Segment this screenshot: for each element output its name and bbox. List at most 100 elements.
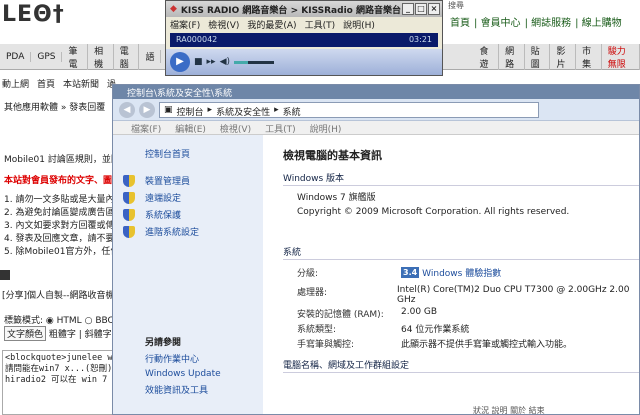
cp-menu-view[interactable]: 檢視(V) xyxy=(220,122,251,135)
player-app-icon: ◆ xyxy=(170,4,177,14)
systype-label: 系統類型: xyxy=(297,325,337,335)
player-menubar: 檔案(F) 檢視(V) 我的最愛(A) 工具(T) 說明(H) xyxy=(166,17,442,31)
addr-seg-system[interactable]: 系統 xyxy=(283,105,301,118)
sub-nav-home[interactable]: 首頁 xyxy=(37,77,55,90)
back-icon[interactable]: ◀ xyxy=(119,101,135,118)
addr-seg-cp[interactable]: 控制台 xyxy=(177,105,204,118)
player-menu-view[interactable]: 檢視(V) xyxy=(208,18,239,31)
cp-menu-file[interactable]: 檔案(F) xyxy=(131,122,161,135)
cat-hot[interactable]: 駿力無限 xyxy=(602,43,640,70)
top-nav-home[interactable]: 首頁 xyxy=(450,18,470,29)
cp-sidebar: 控制台首頁 裝置管理員 遠端設定 系統保護 進階系統設定 另請參閱 行動作業中心… xyxy=(113,135,263,414)
close-button[interactable]: × xyxy=(428,3,440,15)
radio-bbc-icon[interactable]: ○ xyxy=(85,316,93,326)
top-nav-blog[interactable]: 網誌服務 xyxy=(531,18,571,29)
cp-status: 狀況 說明 關於 結束 xyxy=(473,406,545,415)
cat-pda[interactable]: PDA xyxy=(0,51,32,62)
rating-score: 3.4 xyxy=(401,267,420,278)
advanced-settings-link[interactable]: 進階系統設定 xyxy=(145,225,263,238)
cat-travel[interactable]: 食遊 xyxy=(473,43,500,70)
logo-mark: Θ† xyxy=(33,2,65,27)
minimize-button[interactable]: _ xyxy=(402,3,414,15)
editor-mode: 標籤模式: ◉ HTML ○ BBC xyxy=(4,313,114,326)
forum-rules: Mobile01 討論區規則，並同時 本站對會員發布的文字、圖片 1. 請勿一文… xyxy=(4,154,124,259)
breadcrumb: 其他應用軟體 » 發表回覆 xyxy=(4,103,106,113)
maximize-button[interactable]: □ xyxy=(415,3,427,15)
action-center-link[interactable]: 行動作業中心 xyxy=(145,352,263,365)
play-icon[interactable]: ▶ xyxy=(170,52,190,72)
rule-item: 5. 除Mobile01官方外，任何人 xyxy=(4,247,124,257)
player-title: KISS RADIO 網路音樂台 > KISSRadio 網路音樂台 - ... xyxy=(180,5,422,16)
cat-network[interactable]: 網路 xyxy=(499,43,525,70)
sub-nav-mobile[interactable]: 動上網 xyxy=(2,77,29,90)
player-menu-file[interactable]: 檔案(F) xyxy=(170,18,200,31)
bold-button[interactable]: 粗體字 xyxy=(49,330,76,340)
computer-icon: ▣ xyxy=(164,104,173,115)
cp-menu-edit[interactable]: 編輯(E) xyxy=(175,122,206,135)
wei-link[interactable]: Windows 體驗指數 xyxy=(422,266,501,279)
see-also-title: 另請參閱 xyxy=(145,338,182,348)
player-menu-favorites[interactable]: 我的最愛(A) xyxy=(247,18,296,31)
cat-video[interactable]: 影片 xyxy=(550,43,577,70)
system-protection-link[interactable]: 系統保護 xyxy=(145,208,263,221)
player-display: RA000042 03:21 xyxy=(170,33,438,47)
cat-stickers[interactable]: 貼圖 xyxy=(525,43,551,70)
stop-icon[interactable]: ■ xyxy=(194,57,203,67)
main-heading: 檢視電腦的基本資訊 xyxy=(283,149,382,162)
cp-home-link[interactable]: 控制台首頁 xyxy=(145,147,263,160)
device-manager-link[interactable]: 裝置管理員 xyxy=(145,174,263,187)
cp-menubar: 檔案(F) 編輯(E) 檢視(V) 工具(T) 說明(H) xyxy=(113,121,639,135)
ram-label: 安裝的記憶體 (RAM): xyxy=(297,310,384,320)
text-color-select[interactable]: 文字顏色 xyxy=(4,326,47,341)
cp-menu-tools[interactable]: 工具(T) xyxy=(265,122,296,135)
address-input[interactable]: ▣ 控制台 ▸ 系統及安全性 ▸ 系統 xyxy=(159,101,539,118)
search-label[interactable]: 搜尋 xyxy=(448,1,464,10)
control-panel-window: 控制台\系統及安全性\系統 ◀ ▶ ▣ 控制台 ▸ 系統及安全性 ▸ 系統 檔案(F… xyxy=(112,84,640,415)
rules-intro: Mobile01 討論區規則，並同時 xyxy=(4,155,124,165)
windows-update-link[interactable]: Windows Update xyxy=(145,369,263,379)
track-name: RA000042 xyxy=(176,35,218,44)
editor-toolbar: 文字顏色 粗體字 | 斜體字 xyxy=(4,326,112,341)
cp-menu-help[interactable]: 說明(H) xyxy=(310,122,342,135)
italic-button[interactable]: 斜體字 xyxy=(85,330,112,340)
processor-label: 處理器: xyxy=(297,288,328,298)
scroll-marker xyxy=(0,270,10,280)
pen-row: 手寫筆與觸控: 此顯示器不提供手寫筆或觸控式輸入功能。 xyxy=(297,337,639,350)
track-time: 03:21 xyxy=(408,35,432,44)
cat-camera[interactable]: 相機 xyxy=(88,43,114,70)
search-row: 搜尋 xyxy=(448,0,640,10)
volume-slider[interactable] xyxy=(234,60,274,64)
reply-textarea[interactable]: <blockquote>junelee wrot 請問能在win7 x...(恕… xyxy=(2,350,126,415)
edition-name: Windows 7 旗艦版 xyxy=(297,193,376,203)
radio-html-label: HTML xyxy=(56,316,82,326)
top-nav-member[interactable]: 會員中心 xyxy=(481,18,521,29)
textarea-line: hiradio2 可以在 win 7 x64 執 xyxy=(5,375,125,385)
shield-icon xyxy=(123,209,135,221)
next-icon[interactable]: ▸▸ xyxy=(207,57,216,67)
cat-pc[interactable]: 電腦 xyxy=(114,43,140,70)
cat-market[interactable]: 市集 xyxy=(576,43,602,70)
player-menu-help[interactable]: 說明(H) xyxy=(343,18,375,31)
forward-icon[interactable]: ▶ xyxy=(139,101,155,118)
cat-gps[interactable]: GPS xyxy=(31,51,63,62)
radio-html-icon[interactable]: ◉ xyxy=(46,316,54,326)
cat-notebook[interactable]: 筆電 xyxy=(62,43,89,70)
performance-tools-link[interactable]: 效能資訊及工具 xyxy=(145,383,263,396)
player-titlebar[interactable]: ◆ KISS RADIO 網路音樂台 > KISSRadio 網路音樂台 - .… xyxy=(166,1,442,17)
systype-value: 64 位元作業系統 xyxy=(401,325,470,335)
processor-value: Intel(R) Core(TM)2 Duo CPU T7300 @ 2.00G… xyxy=(397,285,630,305)
cp-titlebar[interactable]: 控制台\系統及安全性\系統 xyxy=(113,85,639,99)
cat-phone[interactable]: 語 xyxy=(139,50,162,63)
section-system: 系統 xyxy=(283,245,639,260)
remote-settings-link[interactable]: 遠端設定 xyxy=(145,191,263,204)
top-nav-shop[interactable]: 線上購物 xyxy=(582,18,622,29)
ram-row: 安裝的記憶體 (RAM): 2.00 GB xyxy=(297,307,639,320)
addr-seg-security[interactable]: 系統及安全性 xyxy=(216,105,270,118)
sub-nav-news[interactable]: 本站新聞 xyxy=(63,77,99,90)
post-title: [分享]個人自製--網路收音機 xyxy=(2,291,115,301)
site-logo[interactable]: LEΘ† xyxy=(2,2,65,27)
systype-row: 系統類型: 64 位元作業系統 xyxy=(297,322,639,335)
player-menu-tools[interactable]: 工具(T) xyxy=(305,18,336,31)
volume-icon[interactable]: ◀) xyxy=(220,57,230,67)
volume-fill xyxy=(234,60,248,64)
